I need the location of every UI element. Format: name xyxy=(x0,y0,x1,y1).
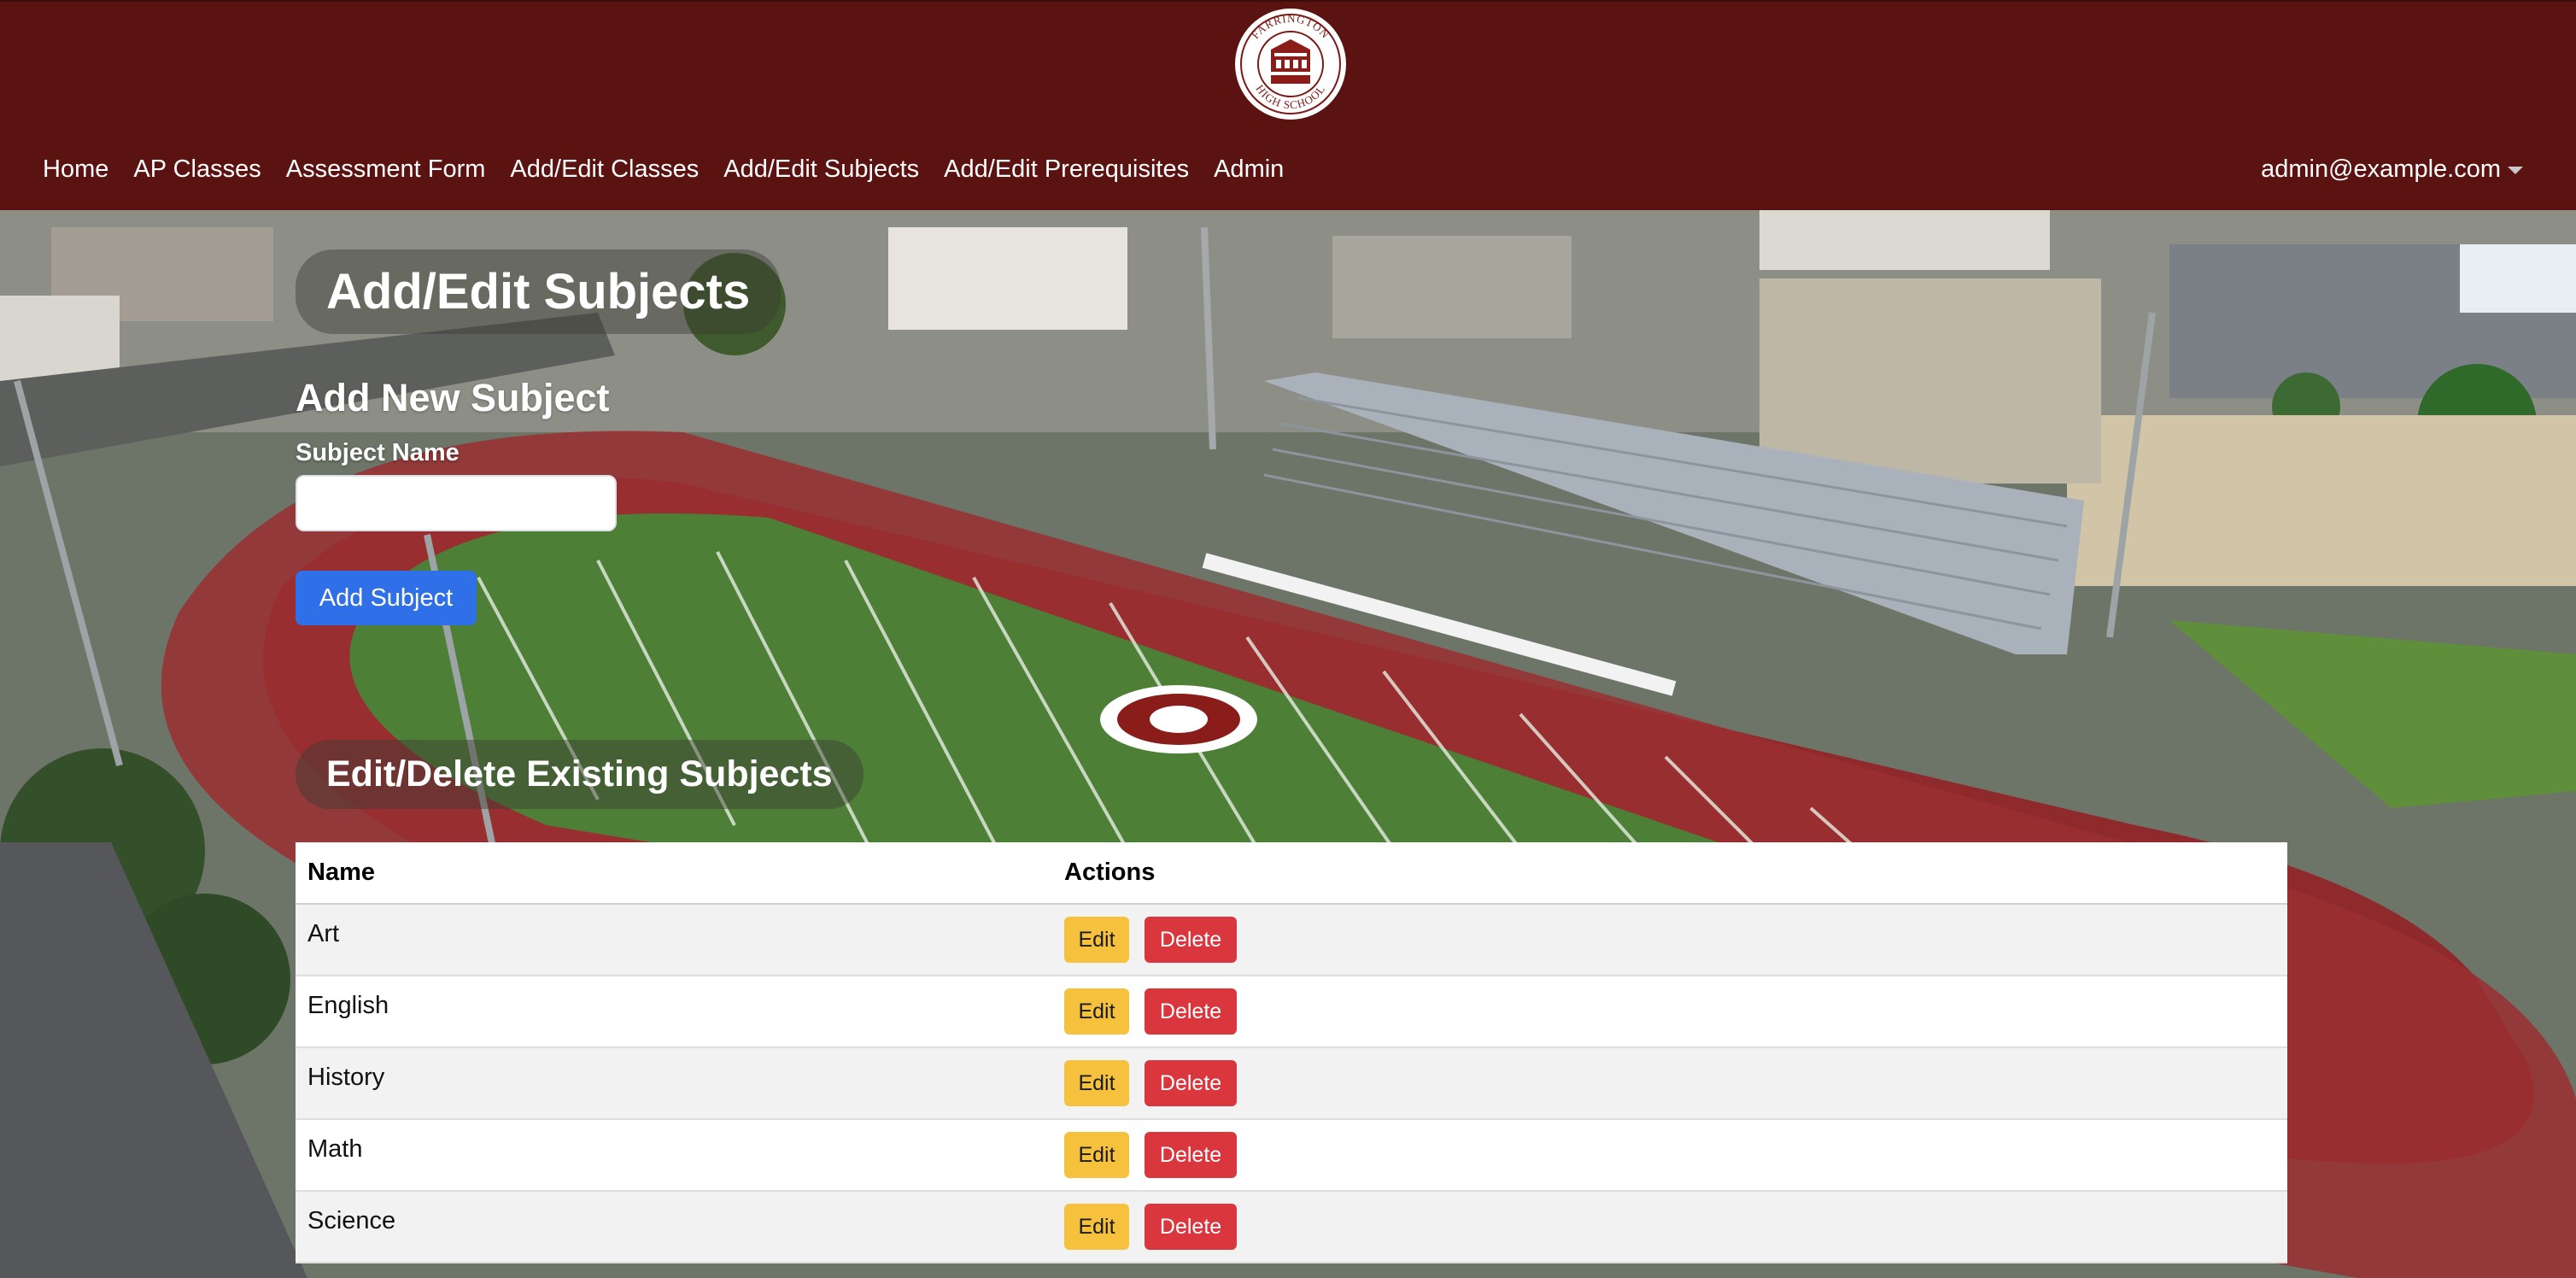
farrington-high-school-seal-icon: FARRINGTON HIGH SCHOOL xyxy=(1235,9,1346,120)
subject-name-cell: Math xyxy=(296,1119,1052,1192)
nav-ap-classes[interactable]: AP Classes xyxy=(133,150,261,188)
delete-button[interactable]: Delete xyxy=(1145,988,1238,1035)
nav-home[interactable]: Home xyxy=(43,150,108,188)
nav-add-edit-prerequisites[interactable]: Add/Edit Prerequisites xyxy=(944,150,1189,188)
add-subject-button[interactable]: Add Subject xyxy=(296,571,477,625)
column-header-actions: Actions xyxy=(1052,842,2287,905)
edit-button[interactable]: Edit xyxy=(1064,917,1129,963)
edit-button[interactable]: Edit xyxy=(1064,1204,1129,1250)
nav-add-edit-classes[interactable]: Add/Edit Classes xyxy=(510,150,699,188)
delete-button[interactable]: Delete xyxy=(1145,1060,1238,1106)
table-row: History Edit Delete xyxy=(296,1047,2287,1120)
nav-admin[interactable]: Admin xyxy=(1214,150,1284,188)
nav-add-edit-subjects[interactable]: Add/Edit Subjects xyxy=(723,150,919,188)
chevron-down-icon xyxy=(2508,166,2523,174)
edit-button[interactable]: Edit xyxy=(1064,1132,1129,1178)
actions-cell: Edit Delete xyxy=(1052,1047,2287,1120)
subject-name-cell: History xyxy=(296,1047,1052,1120)
edit-button[interactable]: Edit xyxy=(1064,1060,1129,1106)
actions-cell: Edit Delete xyxy=(1052,904,2287,976)
delete-button[interactable]: Delete xyxy=(1145,1132,1238,1178)
table-header-row: Name Actions xyxy=(296,842,2287,905)
add-subject-heading: Add New Subject xyxy=(296,376,610,419)
subject-name-input[interactable] xyxy=(296,475,617,531)
top-navbar: FARRINGTON HIGH SCHOOL Home AP Classes A… xyxy=(0,0,2576,210)
actions-cell: Edit Delete xyxy=(1052,1119,2287,1192)
column-header-name: Name xyxy=(296,842,1052,905)
edit-button[interactable]: Edit xyxy=(1064,988,1129,1035)
existing-subjects-heading: Edit/Delete Existing Subjects xyxy=(296,740,864,809)
page-title: Add/Edit Subjects xyxy=(296,249,782,334)
nav-assessment-form[interactable]: Assessment Form xyxy=(286,150,486,188)
actions-cell: Edit Delete xyxy=(1052,1191,2287,1263)
subjects-table: Name Actions Art Edit Delete English Edi… xyxy=(296,842,2287,1263)
table-row: Math Edit Delete xyxy=(296,1119,2287,1192)
table-row: Art Edit Delete xyxy=(296,904,2287,976)
subject-name-label: Subject Name xyxy=(296,439,460,466)
table-row: Science Edit Delete xyxy=(296,1191,2287,1263)
user-dropdown-toggle[interactable]: admin@example.com xyxy=(2261,150,2523,188)
subject-name-cell: English xyxy=(296,976,1052,1048)
actions-cell: Edit Delete xyxy=(1052,976,2287,1048)
subject-name-cell: Art xyxy=(296,904,1052,976)
school-logo[interactable]: FARRINGTON HIGH SCHOOL xyxy=(1233,7,1348,121)
delete-button[interactable]: Delete xyxy=(1145,1204,1238,1250)
subject-name-cell: Science xyxy=(296,1191,1052,1263)
user-email: admin@example.com xyxy=(2261,155,2501,183)
main-nav: Home AP Classes Assessment Form Add/Edit… xyxy=(43,150,1308,188)
table-row: English Edit Delete xyxy=(296,976,2287,1048)
delete-button[interactable]: Delete xyxy=(1145,917,1238,963)
